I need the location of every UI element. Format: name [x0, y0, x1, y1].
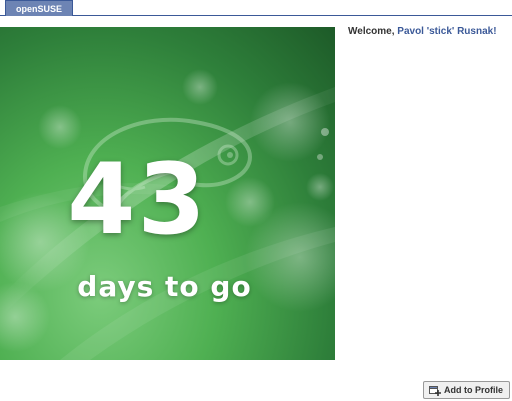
- add-to-profile-label: Add to Profile: [444, 385, 503, 395]
- days-to-go-label: days to go: [77, 270, 252, 303]
- days-remaining-number: 43: [67, 143, 208, 257]
- add-to-profile-button[interactable]: Add to Profile: [423, 381, 510, 399]
- tab-bar: openSUSE: [0, 0, 512, 16]
- add-to-profile-icon: [429, 386, 441, 396]
- app-page: openSUSE 43 days to go Welcome, Pavol 's…: [0, 0, 512, 401]
- tab-opensuse[interactable]: openSUSE: [5, 0, 74, 16]
- welcome-message: Welcome, Pavol 'stick' Rusnak!: [348, 26, 497, 37]
- welcome-prefix: Welcome,: [348, 26, 398, 37]
- countdown-banner: 43 days to go: [0, 27, 335, 360]
- user-name-link[interactable]: Pavol 'stick' Rusnak!: [397, 26, 496, 37]
